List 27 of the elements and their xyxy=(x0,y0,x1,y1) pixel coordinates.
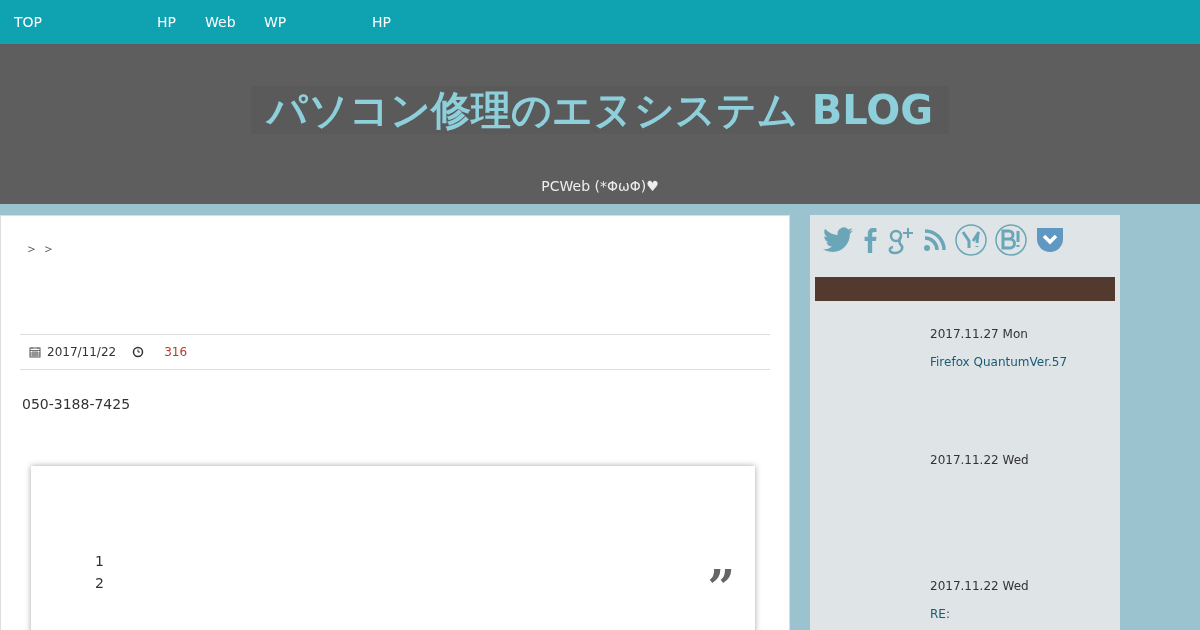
nav-link[interactable]: Web xyxy=(205,14,236,30)
site-title[interactable]: パソコン修理のエヌシステム BLOG xyxy=(250,86,950,134)
quote-line: 1 xyxy=(95,552,104,571)
clock-icon xyxy=(132,346,145,358)
google-plus-icon[interactable] xyxy=(887,225,915,255)
site-tagline: PCWeb (*ΦωΦ)♥ xyxy=(541,178,659,194)
post-date: 2017.11.27 Mon xyxy=(930,327,1029,341)
post-link[interactable]: Firefox QuantumVer.57 xyxy=(930,355,1115,369)
post-link[interactable]: RE: xyxy=(930,607,1115,621)
nav-link[interactable]: HP xyxy=(372,14,391,30)
rss-icon[interactable] xyxy=(923,228,947,252)
hatena-bookmark-icon[interactable] xyxy=(995,224,1027,256)
closing-quote-mark: ” xyxy=(707,564,735,612)
post-date: 2017/11/22 xyxy=(47,345,117,359)
phone-number: 050-3188-7425 xyxy=(21,396,132,412)
calendar-icon xyxy=(29,346,41,358)
nav-link[interactable]: TOP xyxy=(14,14,42,30)
post-date: 2017.11.22 Wed xyxy=(930,453,1030,467)
pocket-icon[interactable] xyxy=(1035,225,1065,255)
post-date: 2017.11.22 Wed xyxy=(930,579,1030,593)
quote-line: 2 xyxy=(95,574,104,593)
nav-link[interactable]: WP xyxy=(264,14,287,30)
nav-link[interactable]: HP xyxy=(157,14,176,30)
yahoo-bookmark-icon[interactable] xyxy=(955,224,987,256)
twitter-bird-icon[interactable] xyxy=(823,227,853,253)
breadcrumb: ＞ ＞ xyxy=(24,240,57,258)
view-count: 316 xyxy=(164,345,188,359)
